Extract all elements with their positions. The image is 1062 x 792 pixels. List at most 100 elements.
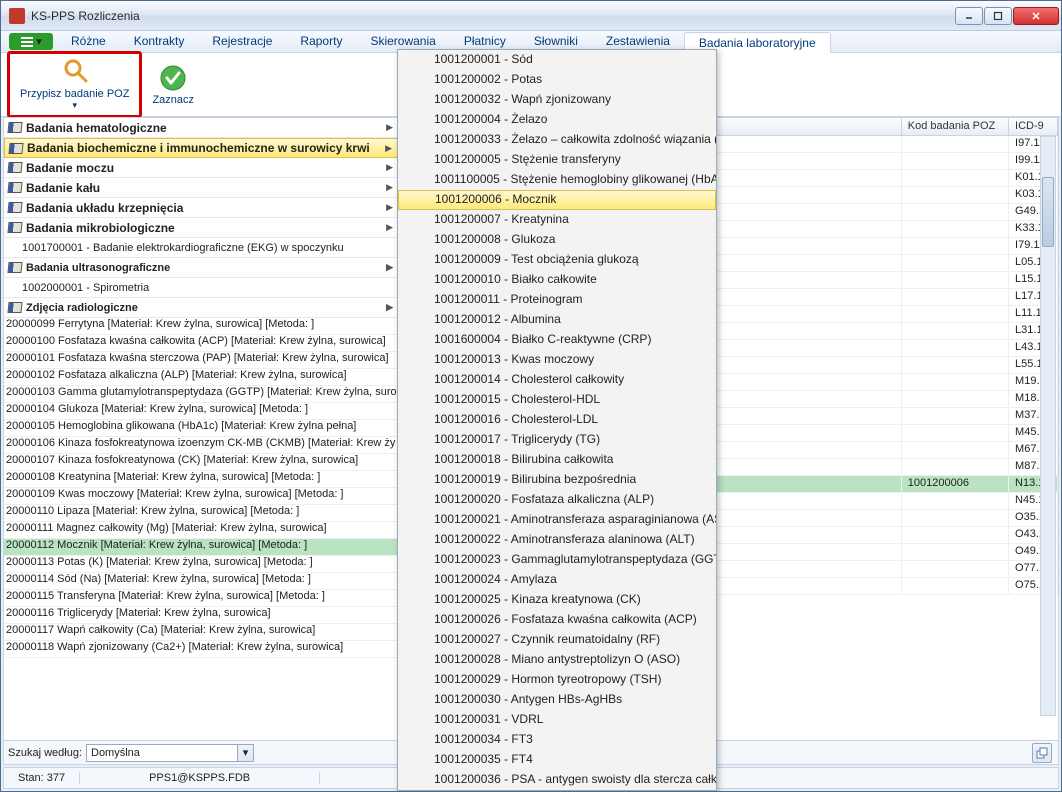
- menu-item[interactable]: 1001200034 - FT3: [398, 730, 716, 750]
- category-label: Badania hematologiczne: [26, 121, 167, 135]
- menu-item[interactable]: 1001200004 - Żelazo: [398, 110, 716, 130]
- chevron-right-icon: ▶: [386, 222, 393, 233]
- menu-item[interactable]: 1001200030 - Antygen HBs-AgHBs: [398, 690, 716, 710]
- menu-item[interactable]: 1001200031 - VDRL: [398, 710, 716, 730]
- menu-item[interactable]: 1001200005 - Stężenie transferyny: [398, 150, 716, 170]
- list-row[interactable]: 20000111 Magnez całkowity (Mg) [Materiał…: [4, 522, 399, 539]
- menu-item[interactable]: 1001200010 - Białko całkowite: [398, 270, 716, 290]
- tree-item[interactable]: Badania ultrasonograficzne▶: [4, 258, 399, 278]
- col-kod-header[interactable]: Kod badania POZ: [902, 118, 1009, 135]
- list-row[interactable]: 20000106 Kinaza fosfokreatynowa izoenzym…: [4, 437, 399, 454]
- menu-item[interactable]: 1001200001 - Sód: [398, 50, 716, 70]
- scrollbar-thumb[interactable]: [1042, 177, 1054, 247]
- category-item[interactable]: Badanie moczu▶: [4, 158, 399, 178]
- menu-item[interactable]: 1001200022 - Aminotransferaza alaninowa …: [398, 530, 716, 550]
- book-icon: [7, 222, 22, 233]
- category-item[interactable]: Badania mikrobiologiczne▶: [4, 218, 399, 238]
- menu-item[interactable]: 1001200020 - Fosfataza alkaliczna (ALP): [398, 490, 716, 510]
- list-row[interactable]: 20000103 Gamma glutamylotranspeptydaza (…: [4, 386, 399, 403]
- list-row[interactable]: 20000101 Fosfataza kwaśna sterczowa (PAP…: [4, 352, 399, 369]
- menu-różne[interactable]: Różne: [57, 31, 120, 52]
- list-row[interactable]: 20000110 Lipaza [Materiał: Krew żylna, s…: [4, 505, 399, 522]
- menu-item[interactable]: 1001200033 - Żelazo – całkowita zdolność…: [398, 130, 716, 150]
- menu-item[interactable]: 1001200008 - Glukoza: [398, 230, 716, 250]
- menu-item[interactable]: 1001200009 - Test obciążenia glukozą: [398, 250, 716, 270]
- context-menu[interactable]: 1001200001 - Sód1001200002 - Potas100120…: [397, 49, 717, 791]
- menu-kontrakty[interactable]: Kontrakty: [120, 31, 199, 52]
- tree-item[interactable]: 1002000001 - Spirometria: [4, 278, 399, 298]
- list-row[interactable]: 20000112 Mocznik [Materiał: Krew żylna, …: [4, 539, 399, 556]
- menu-item[interactable]: 1001200029 - Hormon tyreotropowy (TSH): [398, 670, 716, 690]
- cell-kod: [902, 170, 1009, 186]
- zaznacz-button[interactable]: Zaznacz: [146, 62, 200, 108]
- list-row[interactable]: 20000118 Wapń zjonizowany (Ca2+) [Materi…: [4, 641, 399, 658]
- list-row[interactable]: 20000108 Kreatynina [Materiał: Krew żyln…: [4, 471, 399, 488]
- list-row[interactable]: 20000100 Fosfataza kwaśna całkowita (ACP…: [4, 335, 399, 352]
- menu-item[interactable]: 1001200002 - Potas: [398, 70, 716, 90]
- menu-item[interactable]: 1001200036 - PSA - antygen swoisty dla s…: [398, 770, 716, 790]
- menu-raporty[interactable]: Raporty: [286, 31, 356, 52]
- menu-item[interactable]: 1001200007 - Kreatynina: [398, 210, 716, 230]
- menu-item[interactable]: 1001200014 - Cholesterol całkowity: [398, 370, 716, 390]
- list-row[interactable]: 20000102 Fosfataza alkaliczna (ALP) [Mat…: [4, 369, 399, 386]
- list-row[interactable]: 20000099 Ferrytyna [Materiał: Krew żylna…: [4, 318, 399, 335]
- list-row[interactable]: 20000116 Triglicerydy [Materiał: Krew ży…: [4, 607, 399, 624]
- search-dropdown-button[interactable]: ▾: [238, 744, 254, 762]
- list-row[interactable]: 20000104 Glukoza [Materiał: Krew żylna, …: [4, 403, 399, 420]
- menu-item[interactable]: 1001200015 - Cholesterol-HDL: [398, 390, 716, 410]
- menu-item[interactable]: 1001200016 - Cholesterol-LDL: [398, 410, 716, 430]
- menu-item[interactable]: 1001200032 - Wapń zjonizowany: [398, 90, 716, 110]
- list-row[interactable]: 20000109 Kwas moczowy [Materiał: Krew ży…: [4, 488, 399, 505]
- list-row[interactable]: 20000117 Wapń całkowity (Ca) [Materiał: …: [4, 624, 399, 641]
- category-item[interactable]: Badanie kału▶: [4, 178, 399, 198]
- menu-item[interactable]: 1001200028 - Miano antystreptolizyn O (A…: [398, 650, 716, 670]
- menu-item[interactable]: 1001100005 - Stężenie hemoglobiny glikow…: [398, 170, 716, 190]
- titlebar[interactable]: KS-PPS Rozliczenia: [1, 1, 1061, 31]
- col-icd-header[interactable]: ICD-9: [1009, 118, 1058, 135]
- cell-kod: [902, 255, 1009, 271]
- cell-kod: 1001200006: [902, 476, 1009, 492]
- menu-item[interactable]: 1001200013 - Kwas moczowy: [398, 350, 716, 370]
- menu-item[interactable]: 1001200011 - Proteinogram: [398, 290, 716, 310]
- cell-kod: [902, 340, 1009, 356]
- category-label: Badania biochemiczne i immunochemiczne w…: [27, 141, 370, 155]
- menu-item[interactable]: 1001200027 - Czynnik reumatoidalny (RF): [398, 630, 716, 650]
- list-row[interactable]: 20000107 Kinaza fosfokreatynowa (CK) [Ma…: [4, 454, 399, 471]
- menu-item[interactable]: 1001600004 - Białko C-reaktywne (CRP): [398, 330, 716, 350]
- category-item[interactable]: Badania hematologiczne▶: [4, 118, 399, 138]
- options-button[interactable]: [1032, 743, 1052, 763]
- menu-item[interactable]: 1001200017 - Triglicerydy (TG): [398, 430, 716, 450]
- tree-item[interactable]: Zdjęcia radiologiczne▶: [4, 298, 399, 318]
- cell-kod: [902, 306, 1009, 322]
- menu-item[interactable]: 1001200026 - Fosfataza kwaśna całkowita …: [398, 610, 716, 630]
- close-button[interactable]: [1013, 7, 1059, 25]
- main-menu-button[interactable]: ▾: [9, 33, 53, 50]
- book-icon: [7, 262, 22, 273]
- menu-rejestracje[interactable]: Rejestracje: [198, 31, 286, 52]
- scrollbar[interactable]: [1040, 136, 1056, 716]
- menu-item[interactable]: 1001200025 - Kinaza kreatynowa (CK): [398, 590, 716, 610]
- search-label: Szukaj według:: [8, 747, 82, 759]
- menu-item[interactable]: 1001200006 - Mocznik: [398, 190, 716, 210]
- menu-item[interactable]: 1001200024 - Amylaza: [398, 570, 716, 590]
- list-row[interactable]: 20000105 Hemoglobina glikowana (HbA1c) […: [4, 420, 399, 437]
- search-input[interactable]: [86, 744, 238, 762]
- book-icon: [7, 122, 22, 133]
- menu-item[interactable]: 1001200012 - Albumina: [398, 310, 716, 330]
- category-item[interactable]: Badania biochemiczne i immunochemiczne w…: [4, 138, 399, 158]
- menu-item[interactable]: 1001200019 - Bilirubina bezpośrednia: [398, 470, 716, 490]
- cell-kod: [902, 459, 1009, 475]
- maximize-button[interactable]: [984, 7, 1012, 25]
- przypisz-badanie-poz-button[interactable]: Przypisz badanie POZ ▾: [7, 51, 142, 118]
- tree-item[interactable]: 1001700001 - Badanie elektrokardiografic…: [4, 238, 399, 258]
- list-row[interactable]: 20000115 Transferyna [Materiał: Krew żyl…: [4, 590, 399, 607]
- list-row[interactable]: 20000114 Sód (Na) [Materiał: Krew żylna,…: [4, 573, 399, 590]
- list-row[interactable]: 20000113 Potas (K) [Materiał: Krew żylna…: [4, 556, 399, 573]
- zaznacz-label: Zaznacz: [152, 94, 194, 106]
- menu-item[interactable]: 1001200018 - Bilirubina całkowita: [398, 450, 716, 470]
- menu-item[interactable]: 1001200035 - FT4: [398, 750, 716, 770]
- menu-item[interactable]: 1001200021 - Aminotransferaza asparagini…: [398, 510, 716, 530]
- minimize-button[interactable]: [955, 7, 983, 25]
- menu-item[interactable]: 1001200023 - Gammaglutamylotranspeptydaz…: [398, 550, 716, 570]
- category-item[interactable]: Badania układu krzepnięcia▶: [4, 198, 399, 218]
